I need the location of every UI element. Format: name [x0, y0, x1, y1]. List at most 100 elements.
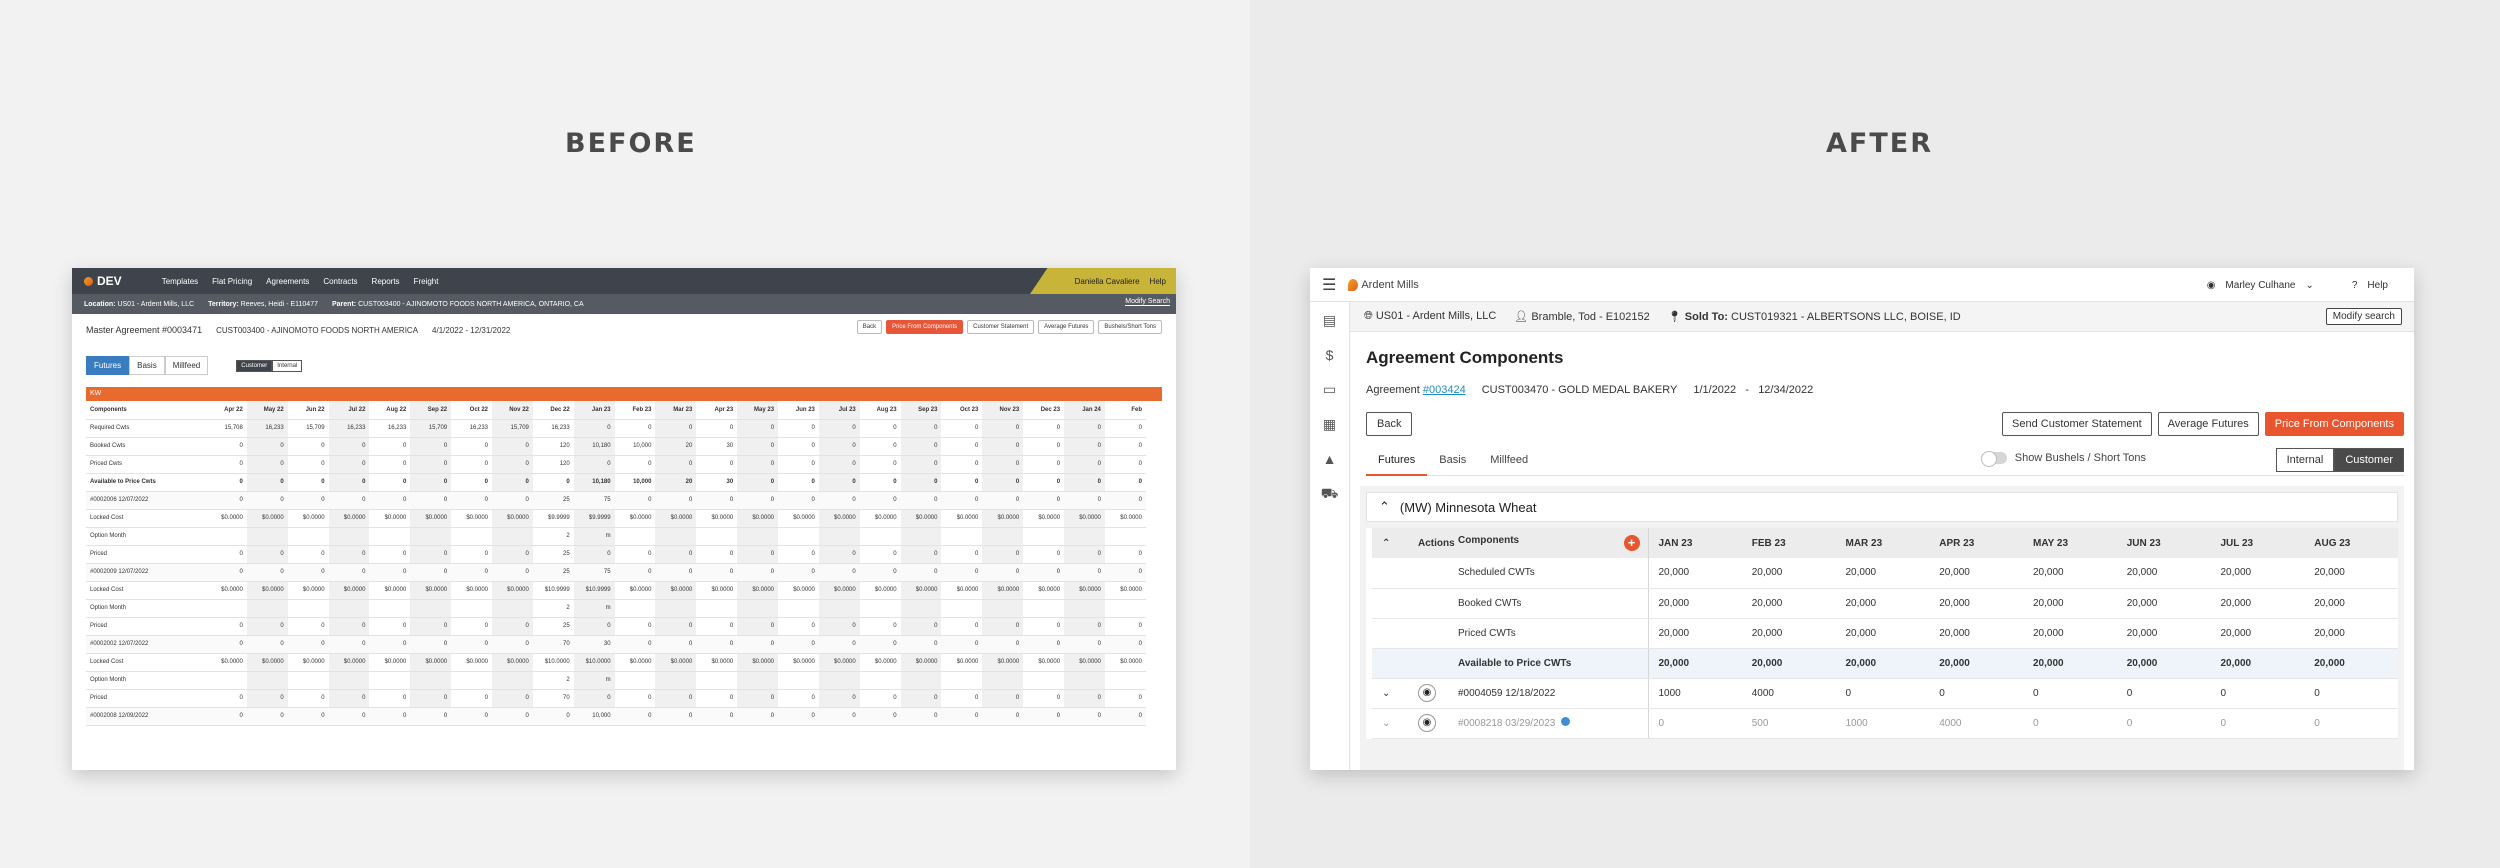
tab-futures[interactable]: Futures: [86, 356, 130, 375]
modify-search-button[interactable]: Modify search: [2325, 308, 2402, 325]
brand-logo[interactable]: Ardent Mills: [1348, 278, 1419, 291]
table-cell: 0: [410, 707, 452, 726]
table-cell: [287, 599, 329, 618]
table-cell: 0: [1648, 708, 1742, 739]
nav-templates[interactable]: Templates: [162, 277, 198, 286]
table-cell: 10,180: [573, 473, 615, 492]
tab-millfeed[interactable]: Millfeed: [164, 356, 209, 375]
section-header[interactable]: ⌃ (MW) Minnesota Wheat: [1366, 492, 2398, 522]
toggle-internal[interactable]: Internal: [272, 359, 303, 372]
chevron-down-icon[interactable]: ⌄: [1382, 718, 1390, 729]
table-cell: $0.0000: [1064, 581, 1105, 600]
back-button[interactable]: Back: [1366, 412, 1413, 436]
table-cell: $0.0000: [778, 653, 819, 672]
send-customer-statement-button[interactable]: Send Customer Statement: [2002, 412, 2152, 436]
price-from-components-button[interactable]: Price From Components: [886, 320, 964, 334]
chevron-down-icon[interactable]: ⌄: [1382, 688, 1390, 699]
help-link[interactable]: Help: [2367, 280, 2388, 291]
hamburger-menu-icon[interactable]: ☰: [1322, 275, 1336, 295]
chevron-up-icon[interactable]: ⌃: [1379, 499, 1390, 515]
nav-freight[interactable]: Freight: [414, 277, 439, 286]
tab-basis[interactable]: Basis: [1427, 448, 1478, 476]
table-cell: 0: [778, 617, 819, 636]
actions-cell: ◉: [1408, 678, 1448, 709]
user-menu[interactable]: Daniella Cavaliere: [1075, 277, 1140, 286]
dollar-icon[interactable]: $: [1326, 347, 1334, 363]
toggle-customer[interactable]: Customer: [2334, 448, 2404, 472]
info-icon[interactable]: [1561, 717, 1571, 726]
table-cell: 0: [287, 563, 329, 582]
agreement-link[interactable]: #003424: [1423, 384, 1466, 396]
table-cell: [941, 671, 983, 690]
table-cell: 0: [1064, 563, 1105, 582]
table-cell: [492, 527, 533, 546]
document-icon[interactable]: ▤: [1323, 312, 1336, 329]
price-from-components-button[interactable]: Price From Components: [2264, 412, 2404, 436]
customer-statement-button[interactable]: Customer Statement: [967, 320, 1035, 334]
table-cell: 0: [655, 635, 697, 654]
bushels-toggle-label: Show Bushels / Short Tons: [2014, 452, 2146, 464]
chevron-down-icon[interactable]: ⌄: [2305, 280, 2313, 291]
report-icon[interactable]: ▦: [1323, 416, 1336, 433]
month-header: JUL 23: [2210, 528, 2305, 558]
section-header[interactable]: KW: [86, 387, 1162, 401]
dev-logo[interactable]: DEV: [84, 274, 122, 288]
help-link[interactable]: Help: [1150, 277, 1166, 286]
tab-futures[interactable]: Futures: [1366, 448, 1428, 476]
table-cell: 0: [328, 689, 370, 708]
modify-search-link[interactable]: Modify Search: [1125, 298, 1170, 306]
add-component-icon[interactable]: +: [1623, 535, 1640, 551]
user-menu[interactable]: Marley Culhane: [2225, 280, 2295, 291]
table-cell: 0: [369, 545, 411, 564]
toggle-internal[interactable]: Internal: [2275, 448, 2335, 472]
table-cell: 0: [328, 491, 370, 510]
truck-icon[interactable]: ⛟: [1321, 485, 1339, 504]
group-row[interactable]: #0002002 12/07/2022 0 0 0 0 0 0 0 0 70 30 0 0 0 0 0 0 0 0 0…: [86, 635, 1146, 654]
folder-icon[interactable]: ▭: [1323, 381, 1336, 398]
table-cell: 70: [532, 635, 574, 654]
average-futures-button[interactable]: Average Futures: [2157, 412, 2259, 436]
back-button[interactable]: Back: [856, 320, 883, 334]
eye-icon[interactable]: ◉: [1418, 714, 1436, 732]
table-cell: 0: [573, 455, 615, 474]
tab-millfeed[interactable]: Millfeed: [1478, 448, 1540, 476]
month-header: Dec 22: [532, 401, 574, 420]
table-cell: 0: [655, 617, 697, 636]
table-cell: $0.0000: [818, 509, 860, 528]
table-cell: 0: [900, 689, 942, 708]
table-cell: 20,000: [2304, 588, 2398, 619]
table-cell: 20,000: [1648, 588, 1742, 619]
nav-flat-pricing[interactable]: Flat Pricing: [212, 277, 252, 286]
group-row[interactable]: #0002009 12/07/2022 0 0 0 0 0 0 0 0 25 75 0 0 0 0 0 0 0 0 0…: [86, 563, 1146, 582]
table-cell: 0: [818, 419, 860, 438]
toggle-customer[interactable]: Customer: [236, 359, 273, 372]
bushels-toggle[interactable]: [1980, 451, 2007, 467]
table-cell: $0.0000: [369, 653, 411, 672]
table-cell: 15,708: [206, 419, 247, 438]
before-screenshot: DEV Templates Flat Pricing Agreements Co…: [72, 268, 1176, 770]
table-cell: 0: [778, 437, 819, 456]
agreement-row[interactable]: ⌄ ◉ #0004059 12/18/2022 1000 4000 0 0 0 0 0 0: [1372, 678, 2398, 709]
group-row[interactable]: #0002006 12/07/2022 0 0 0 0 0 0 0 0 25 75 0 0 0 0 0 0 0 0 0…: [86, 491, 1146, 510]
table-cell: $0.0000: [737, 653, 779, 672]
chart-icon[interactable]: ▲: [1323, 451, 1337, 467]
top-nav-bar: DEV Templates Flat Pricing Agreements Co…: [72, 268, 1176, 294]
bushels-checkbox[interactable]: Bushels/Short Tons: [1098, 320, 1162, 334]
agreement-row[interactable]: ⌄ ◉ #0008218 03/29/2023 0 500 1000 4000 0 0 0 0: [1372, 708, 2398, 739]
eye-icon[interactable]: ◉: [1418, 684, 1436, 702]
average-futures-button[interactable]: Average Futures: [1038, 320, 1095, 334]
group-row[interactable]: #0002008 12/09/2022 0 0 0 0 0 0 0 0 0 10,000 0 0 0 0 0 0…: [86, 707, 1146, 726]
nav-contracts[interactable]: Contracts: [323, 277, 357, 286]
main-nav: Templates Flat Pricing Agreements Contra…: [162, 277, 439, 286]
table-cell: 0: [859, 437, 901, 456]
tab-basis[interactable]: Basis: [129, 356, 165, 375]
month-header: JAN 23: [1648, 528, 1742, 558]
nav-agreements[interactable]: Agreements: [266, 277, 309, 286]
collapse-all-icon[interactable]: ⌃: [1372, 528, 1408, 558]
nav-reports[interactable]: Reports: [372, 277, 400, 286]
table-cell: 0: [246, 491, 288, 510]
table-cell: 0: [328, 635, 370, 654]
component-cell: Available to Price CWTs: [1448, 648, 1649, 679]
row-label: #0008218 03/29/2023: [1458, 718, 1556, 729]
action-buttons: Send Customer Statement Average Futures …: [2002, 412, 2404, 436]
